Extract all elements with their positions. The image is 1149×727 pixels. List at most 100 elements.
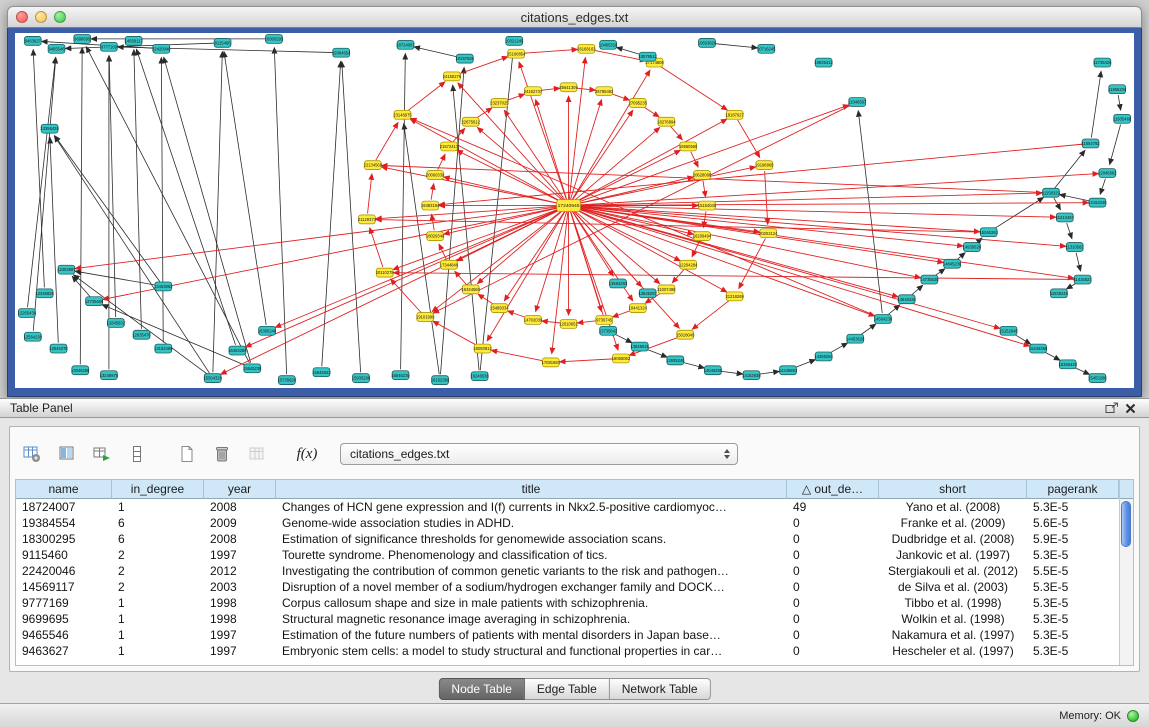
vertical-scrollbar[interactable] [1119,480,1133,665]
graph-node[interactable]: 9777169 [101,42,118,51]
delete-table-button[interactable] [210,442,234,466]
graph-node[interactable]: 14845236 [943,259,962,268]
graph-node[interactable]: 9699695 [74,34,91,43]
graph-node[interactable]: 14702039 [524,316,543,325]
function-builder-button[interactable]: f(x) [295,442,319,466]
graph-node[interactable]: 12265438 [18,309,37,318]
graph-node[interactable]: 14735628 [920,275,939,284]
graph-node[interactable]: 12153246 [1088,198,1107,207]
graph-node[interactable]: 16055062 [612,354,631,363]
graph-node[interactable]: 15453268 [1088,374,1107,383]
graph-node[interactable]: 11654782 [1081,139,1100,148]
column-header-out_de[interactable]: △ out_de… [787,480,879,499]
tab-edge-table[interactable]: Edge Table [525,678,610,700]
table-settings-button[interactable] [20,442,44,466]
graph-node[interactable]: 11735426 [1093,58,1112,67]
graph-node[interactable]: 14569117 [125,36,144,45]
table-selector-dropdown[interactable]: citations_edges.txt [340,443,738,465]
tab-network-table[interactable]: Network Table [610,678,711,700]
graph-node[interactable]: 18093912 [473,344,492,353]
graph-node[interactable]: 12610651 [559,319,578,328]
graph-node[interactable]: 12453687 [57,265,76,274]
graph-node[interactable]: 20060339 [426,171,445,180]
graph-node[interactable]: 21129373 [358,215,377,224]
graph-node[interactable]: 24150276 [443,72,462,81]
graph-node[interactable]: 11158329 [1042,188,1060,197]
column-header-name[interactable]: name [16,480,112,499]
table-row[interactable]: 977716911998Corpus callosum shape and si… [16,595,1119,611]
graph-node[interactable]: 17081983 [542,358,561,367]
graph-node[interactable]: 22675612 [462,117,481,126]
graph-node[interactable]: 12935476 [132,330,151,339]
graph-node[interactable]: 16209494 [693,232,712,241]
graph-node[interactable]: 19101999 [416,313,435,322]
graph-node[interactable]: 14152638 [742,371,761,380]
graph-node[interactable]: 10835412 [814,58,833,67]
graph-node[interactable]: 13564283 [609,279,628,288]
graph-node[interactable]: 15935268 [352,374,371,383]
graph-node[interactable]: 9736745 [596,316,613,325]
graph-node[interactable]: 9465546 [48,44,65,53]
graph-node[interactable]: 21218269 [725,292,744,301]
table-row[interactable]: 1938455462009Genome-wide association stu… [16,515,1119,531]
graph-node[interactable]: 11935468 [1113,114,1132,123]
import-table-button[interactable] [90,442,114,466]
graph-node[interactable]: 22420046 [152,44,171,53]
graph-node[interactable]: 22134569 [364,161,383,170]
graph-node[interactable]: 9463627 [24,36,41,45]
graph-node[interactable]: 18029348 [426,232,445,241]
graph-node[interactable]: 19198969 [755,161,774,170]
graph-node[interactable]: 20628086 [693,171,712,180]
graph-node[interactable]: 17344846 [440,260,459,269]
graph-node[interactable]: 20110278 [376,268,395,277]
graph-node[interactable]: 18276894 [657,117,676,126]
graph-node[interactable]: 18724007 [396,40,415,49]
graph-node[interactable]: 18187927 [725,110,744,119]
graph-node[interactable]: 15564328 [204,374,223,383]
column-header-year[interactable]: year [204,480,276,499]
graph-node[interactable]: 18300295 [265,34,284,43]
graph-node[interactable]: 26785492 [595,87,614,96]
graph-hub-node[interactable]: 17240945 [557,200,581,212]
table-row[interactable]: 2242004622012Investigating the contribut… [16,563,1119,579]
table-row[interactable]: 1872400712008Changes of HCN gene express… [16,499,1119,515]
graph-node[interactable]: 16046235 [391,371,410,380]
graph-node[interactable]: 10441324 [629,304,648,313]
graph-node[interactable]: 9115460 [214,38,231,47]
graph-node[interactable]: 10197826 [456,54,475,63]
graph-node[interactable]: 25641309 [559,83,578,92]
graph-node[interactable]: 14046285 [704,366,723,375]
show-columns-button[interactable] [55,442,79,466]
graph-node[interactable]: 15018049 [676,330,695,339]
graph-node[interactable]: 13246875 [100,371,119,380]
graph-node[interactable]: 13356428 [40,124,59,133]
graph-node[interactable]: 23148975 [393,110,412,119]
close-panel-icon[interactable] [1121,400,1139,416]
table-row[interactable]: 946554611997Estimation of the future num… [16,627,1119,643]
graph-node[interactable]: 11007498 [657,285,676,294]
graph-node[interactable]: 15246358 [1029,344,1048,353]
graph-node[interactable]: 10465318 [599,40,618,49]
graph-node[interactable]: 14564238 [874,315,893,324]
float-panel-icon[interactable] [1103,400,1121,416]
graph-node[interactable]: 11415823 [1074,275,1093,284]
graph-node[interactable]: 14453628 [846,334,865,343]
graph-node[interactable]: 16152368 [431,376,450,385]
graph-node[interactable]: 13735642 [599,326,618,335]
new-document-button[interactable] [175,442,199,466]
graph-node[interactable]: 26168163 [577,44,596,53]
table-row[interactable]: 946362711997Embryonic stem cells: a mode… [16,643,1119,659]
graph-node[interactable]: 13935246 [666,356,685,365]
graph-node[interactable]: 14356284 [814,352,833,361]
graph-node[interactable]: 11856234 [1108,85,1127,94]
graph-node[interactable]: 10716245 [757,44,776,53]
graph-node[interactable]: 15645238 [243,364,262,373]
graph-node[interactable]: 16453286 [228,346,247,355]
graph-node[interactable]: 15845623 [312,368,331,377]
graph-node[interactable]: 10321245 [505,36,524,45]
graph-node[interactable]: 12204284 [679,260,698,269]
graph-node[interactable]: 21572417 [440,142,459,151]
close-button[interactable] [16,11,28,23]
column-header-pagerank[interactable]: pagerank [1027,480,1119,499]
network-canvas[interactable]: 1724094515154045162094941220428411007498… [15,33,1134,388]
